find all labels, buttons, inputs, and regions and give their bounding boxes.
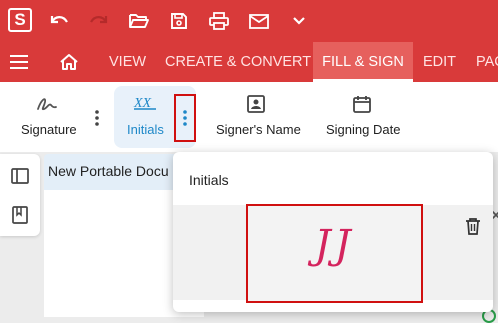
hamburger-menu-icon[interactable] — [8, 50, 30, 74]
signing-date-label[interactable]: Signing Date — [326, 122, 400, 137]
tab-fill-sign: FILL & SIGN — [322, 54, 404, 70]
mail-icon[interactable] — [246, 9, 272, 33]
tab-view[interactable]: VIEW — [109, 42, 146, 82]
signers-name-label[interactable]: Signer's Name — [216, 122, 301, 137]
popup-title: Initials — [189, 172, 229, 188]
open-folder-icon[interactable] — [126, 9, 152, 33]
initials-preview: JJ — [314, 222, 355, 268]
tab-edit[interactable]: EDIT — [423, 42, 456, 82]
signers-name-icon[interactable] — [243, 92, 269, 116]
chevron-down-icon[interactable] — [286, 9, 312, 33]
initials-more-icon[interactable] — [176, 106, 194, 130]
tab-create-convert[interactable]: CREATE & CONVERT — [165, 42, 311, 82]
signature-label[interactable]: Signature — [21, 122, 77, 137]
delete-icon[interactable] — [462, 214, 484, 238]
print-icon[interactable] — [206, 9, 232, 33]
home-icon[interactable] — [57, 50, 81, 74]
initials-icon: XX — [131, 92, 159, 114]
app-logo[interactable]: S — [8, 8, 32, 32]
signature-more-icon[interactable] — [88, 106, 106, 130]
redo-icon — [86, 9, 112, 33]
signature-icon[interactable] — [33, 92, 61, 116]
bookmark-icon[interactable] — [9, 204, 31, 226]
initials-label: Initials — [127, 122, 164, 137]
sidebar-toggle-icon[interactable] — [9, 165, 31, 187]
title-bar: S — [0, 0, 498, 42]
tab-fill-sign-active[interactable]: FILL & SIGN — [313, 42, 413, 82]
undo-icon[interactable] — [46, 9, 72, 33]
save-icon[interactable] — [166, 9, 192, 33]
calendar-icon[interactable] — [349, 92, 375, 116]
document-tab-title: New Portable Docu — [48, 163, 169, 179]
tab-pac[interactable]: PAC — [476, 42, 498, 82]
